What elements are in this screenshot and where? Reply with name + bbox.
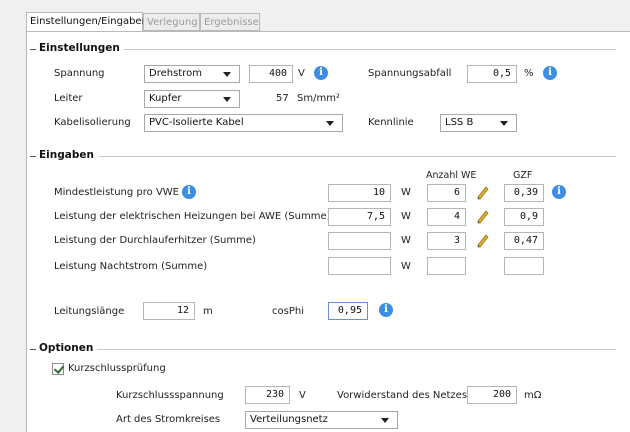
tab-einstellungen-eingaben[interactable]: Einstellungen/Eingaben xyxy=(26,12,148,32)
input-row-label: Leistung der elektrischen Heizungen bei … xyxy=(54,211,331,222)
section-title-eingaben: Eingaben xyxy=(36,149,97,161)
leistung-unit: W xyxy=(401,211,411,222)
leiter-value: 57 xyxy=(276,93,289,104)
pencil-icon[interactable] xyxy=(475,208,491,224)
gzf-input[interactable]: 0,39 xyxy=(504,184,544,202)
leistung-input[interactable] xyxy=(328,232,391,250)
pencil-icon[interactable] xyxy=(475,184,491,200)
input-row-label: Mindestleistung pro VWE xyxy=(54,187,179,198)
info-icon[interactable]: i xyxy=(182,185,196,199)
anzahl-we-input[interactable] xyxy=(427,257,466,275)
anzahl-we-input[interactable]: 3 xyxy=(427,232,466,250)
gzf-input[interactable]: 0,9 xyxy=(504,208,544,226)
spannung-unit: V xyxy=(298,68,305,79)
leiter-label: Leiter xyxy=(54,93,83,104)
spannung-select-value: Drehstrom xyxy=(149,68,202,79)
info-icon[interactable]: i xyxy=(314,66,328,80)
info-icon[interactable]: i xyxy=(379,303,393,317)
kurzschluss-label: Kurzschlussprüfung xyxy=(68,363,166,374)
vorwiderstand-label: Vorwiderstand des Netzes xyxy=(337,390,468,401)
spannungsabfall-label: Spannungsabfall xyxy=(368,68,452,79)
anzahl-we-input[interactable]: 6 xyxy=(427,184,466,202)
chevron-down-icon xyxy=(223,97,231,102)
section-divider xyxy=(97,349,616,350)
section-divider xyxy=(124,49,616,50)
kurzschlussspannung-unit: V xyxy=(299,390,306,401)
info-icon[interactable]: i xyxy=(552,185,566,199)
leistung-unit: W xyxy=(401,235,411,246)
tab-verlegung[interactable]: Verlegung xyxy=(143,13,200,31)
section-divider xyxy=(99,156,616,157)
leistung-unit: W xyxy=(401,261,411,272)
section-title-optionen: Optionen xyxy=(36,342,97,354)
leitungslaenge-label: Leitungslänge xyxy=(54,306,125,317)
spannung-select[interactable]: Drehstrom xyxy=(144,65,240,83)
section-title-einstellungen: Einstellungen xyxy=(36,42,123,54)
kennlinie-label: Kennlinie xyxy=(368,117,414,128)
kennlinie-select-value: LSS B xyxy=(445,117,474,128)
leitungslaenge-input[interactable]: 12 xyxy=(143,302,195,320)
cosphi-input[interactable]: 0,95 xyxy=(328,302,368,320)
kurzschluss-checkbox[interactable] xyxy=(52,363,64,375)
input-row-label: Leistung Nachtstrom (Summe) xyxy=(54,261,208,272)
tab-ergebnisse[interactable]: Ergebnisse xyxy=(200,13,260,31)
kabelisolierung-label: Kabelisolierung xyxy=(54,117,131,128)
vorwiderstand-unit: mΩ xyxy=(524,390,542,401)
leiter-select[interactable]: Kupfer xyxy=(144,90,240,108)
vorwiderstand-input[interactable]: 200 xyxy=(467,386,517,404)
kurzschlussspannung-input[interactable]: 230 xyxy=(245,386,290,404)
anzahl-we-input[interactable]: 4 xyxy=(427,208,466,226)
pencil-icon[interactable] xyxy=(475,232,491,248)
kabelisolierung-select[interactable]: PVC-Isolierte Kabel xyxy=(144,114,343,132)
kabelisolierung-select-value: PVC-Isolierte Kabel xyxy=(149,117,244,128)
chevron-down-icon xyxy=(326,121,334,126)
gzf-input[interactable] xyxy=(504,257,544,275)
leiter-select-value: Kupfer xyxy=(149,93,182,104)
stromkreis-select-value: Verteilungsnetz xyxy=(250,414,328,425)
gzf-input[interactable]: 0,47 xyxy=(504,232,544,250)
leiter-unit: Sm/mm² xyxy=(297,93,340,104)
leistung-input[interactable]: 7,5 xyxy=(328,208,391,226)
column-header-anzahl-we: Anzahl WE xyxy=(426,170,477,181)
leistung-unit: W xyxy=(401,187,411,198)
chevron-down-icon xyxy=(500,121,508,126)
spannungsabfall-input[interactable]: 0,5 xyxy=(467,65,517,83)
spannungsabfall-unit: % xyxy=(524,68,534,79)
leitungslaenge-unit: m xyxy=(203,306,213,317)
stromkreis-label: Art des Stromkreises xyxy=(116,414,221,425)
leistung-input[interactable] xyxy=(328,257,391,275)
leistung-input[interactable]: 10 xyxy=(328,184,391,202)
stromkreis-select[interactable]: Verteilungsnetz xyxy=(245,411,398,429)
chevron-down-icon xyxy=(223,72,231,77)
spannung-label: Spannung xyxy=(54,68,105,79)
kennlinie-select[interactable]: LSS B xyxy=(440,114,517,132)
info-icon[interactable]: i xyxy=(543,66,557,80)
cosphi-label: cosPhi xyxy=(272,306,304,317)
column-header-gzf: GZF xyxy=(513,170,533,181)
spannung-input[interactable]: 400 xyxy=(249,65,293,83)
kurzschlussspannung-label: Kurzschlussspannung xyxy=(116,390,224,401)
chevron-down-icon xyxy=(381,418,389,423)
input-row-label: Leistung der Durchlauferhitzer (Summe) xyxy=(54,235,256,246)
